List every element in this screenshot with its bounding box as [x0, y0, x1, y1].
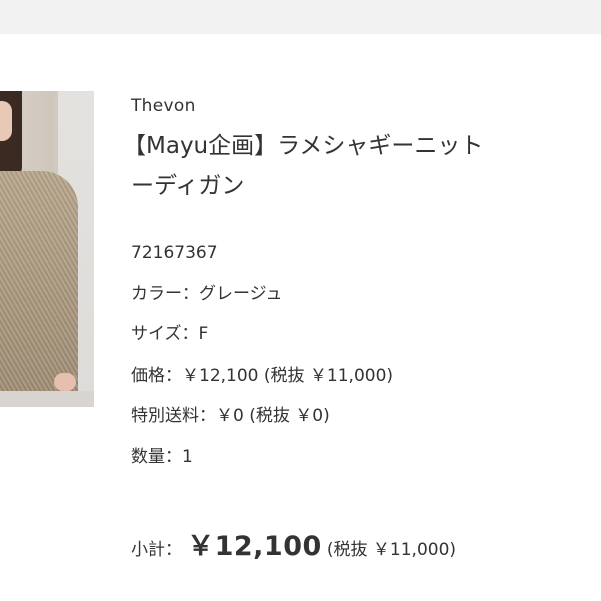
subtotal-amount: ￥12,100: [187, 531, 322, 562]
color-label: カラー：: [131, 284, 199, 304]
subtotal-label: 小計：: [131, 540, 182, 560]
color-row: カラー：グレージュ: [131, 279, 282, 304]
order-item-card: Thevon 【Mayu企画】ラメシャギーニット ーディガン 72167367 …: [0, 34, 601, 601]
size-label: サイズ：: [131, 324, 199, 344]
product-code-value: 72167367: [131, 243, 218, 263]
shipping-value: ￥0 (税抜 ￥0): [216, 406, 330, 426]
shipping-label: 特別送料：: [131, 406, 216, 426]
price-value: ￥12,100 (税抜 ￥11,000): [182, 366, 394, 386]
product-title-line-1: 【Mayu企画】ラメシャギーニット: [123, 133, 484, 159]
price-row: 価格：￥12,100 (税抜 ￥11,000): [131, 361, 393, 386]
size-row: サイズ：F: [131, 319, 208, 344]
size-value: F: [198, 324, 209, 344]
quantity-row: 数量：1: [131, 442, 193, 467]
product-title-line-2: ーディガン: [131, 173, 245, 199]
subtotal-tax-note: (税抜 ￥11,000): [326, 540, 457, 560]
subtotal-row: 小計： ￥12,100 (税抜 ￥11,000): [131, 524, 456, 563]
quantity-value: 1: [182, 447, 193, 467]
image-model-hand: [54, 373, 76, 391]
price-label: 価格：: [131, 366, 182, 386]
brand-name[interactable]: Thevon: [131, 96, 196, 116]
product-image[interactable]: [0, 91, 94, 407]
product-title[interactable]: 【Mayu企画】ラメシャギーニット ーディガン: [123, 126, 483, 206]
color-value: グレージュ: [199, 284, 283, 304]
image-shaggy-knit-cardigan: [0, 171, 78, 407]
product-code: 72167367: [131, 243, 218, 263]
image-floor: [0, 391, 94, 407]
image-model-face: [0, 101, 12, 141]
quantity-label: 数量：: [131, 447, 182, 467]
shipping-row: 特別送料：￥0 (税抜 ￥0): [131, 401, 330, 426]
top-bar: [0, 0, 601, 34]
